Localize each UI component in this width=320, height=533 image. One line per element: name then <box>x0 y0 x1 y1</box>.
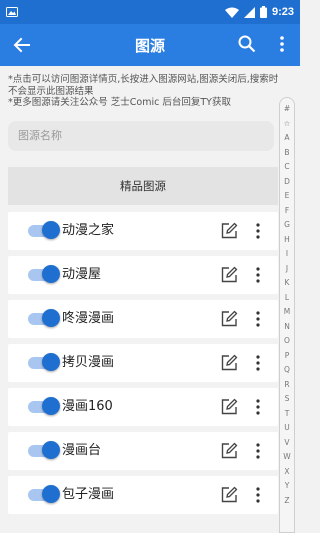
index-letter[interactable]: Q <box>284 363 290 378</box>
index-letter[interactable]: I <box>286 247 288 262</box>
source-toggle[interactable] <box>24 221 60 239</box>
source-list: 动漫之家 动漫屋 咚漫漫画 拷贝漫画 漫画160 漫画台 包子漫画 <box>8 212 278 520</box>
status-bar: 9:23 <box>0 0 300 24</box>
index-letter[interactable]: C <box>284 160 289 175</box>
source-name: 包子漫画 <box>62 487 115 502</box>
source-toggle[interactable] <box>24 309 60 327</box>
source-row[interactable]: 漫画台 <box>8 432 278 470</box>
index-letter[interactable]: M <box>284 305 290 320</box>
index-letter[interactable]: N <box>284 320 290 335</box>
index-letter[interactable]: L <box>285 291 289 306</box>
alphabet-index-bar[interactable]: # ☆ A B C D E F G H I J K L M N O P Q R … <box>279 97 295 533</box>
source-name: 动漫屋 <box>62 267 102 282</box>
wifi-icon <box>224 7 239 18</box>
index-letter[interactable]: O <box>284 334 290 349</box>
more-vert-icon[interactable] <box>253 442 263 460</box>
more-vert-icon[interactable] <box>253 310 263 328</box>
source-row[interactable]: 包子漫画 <box>8 476 278 514</box>
image-notification-icon <box>6 7 18 17</box>
index-letter[interactable]: P <box>285 349 290 364</box>
source-row[interactable]: 咚漫漫画 <box>8 300 278 338</box>
index-letter[interactable]: R <box>284 378 289 393</box>
edit-icon[interactable] <box>220 266 238 284</box>
edit-icon[interactable] <box>220 310 238 328</box>
source-toggle[interactable] <box>24 485 60 503</box>
index-letter[interactable]: J <box>286 262 288 277</box>
section-header-premium: 精品图源 <box>8 167 278 205</box>
battery-icon <box>259 6 267 18</box>
more-vert-icon[interactable] <box>253 354 263 372</box>
edit-icon[interactable] <box>220 222 238 240</box>
index-letter[interactable]: # <box>284 102 290 117</box>
index-letter[interactable]: ☆ <box>284 117 291 132</box>
index-letter[interactable]: E <box>285 189 290 204</box>
source-toggle[interactable] <box>24 353 60 371</box>
source-name: 咚漫漫画 <box>62 311 115 326</box>
index-letter[interactable]: W <box>283 450 290 465</box>
edit-icon[interactable] <box>220 354 238 372</box>
index-letter[interactable]: G <box>284 218 290 233</box>
notice-text: *点击可以访问图源详情页,长按进入图源网站,图源关闭后,搜索时不会显示此图源结果… <box>8 74 286 109</box>
index-letter[interactable]: B <box>284 146 289 161</box>
index-letter[interactable]: K <box>285 276 290 291</box>
more-vert-icon[interactable] <box>275 34 289 54</box>
more-vert-icon[interactable] <box>253 398 263 416</box>
source-search-input[interactable]: 图源名称 <box>8 121 274 151</box>
source-name: 漫画160 <box>62 399 113 414</box>
status-time: 9:23 <box>271 6 294 18</box>
index-letter[interactable]: A <box>284 131 289 146</box>
source-name: 动漫之家 <box>62 223 115 238</box>
more-vert-icon[interactable] <box>253 222 263 240</box>
source-row[interactable]: 动漫之家 <box>8 212 278 250</box>
source-toggle[interactable] <box>24 397 60 415</box>
more-vert-icon[interactable] <box>253 266 263 284</box>
index-letter[interactable]: F <box>285 204 289 219</box>
index-letter[interactable]: Z <box>284 494 289 509</box>
index-letter[interactable]: U <box>284 421 290 436</box>
signal-icon <box>243 6 255 18</box>
search-icon[interactable] <box>237 34 257 54</box>
index-letter[interactable]: V <box>284 436 289 451</box>
edit-icon[interactable] <box>220 486 238 504</box>
edit-icon[interactable] <box>220 398 238 416</box>
more-vert-icon[interactable] <box>253 486 263 504</box>
index-letter[interactable]: Y <box>285 479 290 494</box>
source-name: 拷贝漫画 <box>62 355 115 370</box>
source-row[interactable]: 动漫屋 <box>8 256 278 294</box>
edit-icon[interactable] <box>220 442 238 460</box>
index-letter[interactable]: S <box>285 392 290 407</box>
section-title: 精品图源 <box>120 179 166 193</box>
app-bar: 图源 <box>0 24 300 66</box>
source-name: 漫画台 <box>62 443 102 458</box>
notice-line-2: *更多图源请关注公众号 芝士Comic 后台回复TY获取 <box>8 97 231 108</box>
index-letter[interactable]: X <box>284 465 289 480</box>
index-letter[interactable]: T <box>285 407 290 422</box>
source-row[interactable]: 拷贝漫画 <box>8 344 278 382</box>
source-toggle[interactable] <box>24 265 60 283</box>
notice-line-1: *点击可以访问图源详情页,长按进入图源网站,图源关闭后,搜索时不会显示此图源结果 <box>8 74 279 97</box>
source-toggle[interactable] <box>24 441 60 459</box>
source-row[interactable]: 漫画160 <box>8 388 278 426</box>
index-letter[interactable]: H <box>284 233 290 248</box>
index-letter[interactable]: D <box>284 175 290 190</box>
